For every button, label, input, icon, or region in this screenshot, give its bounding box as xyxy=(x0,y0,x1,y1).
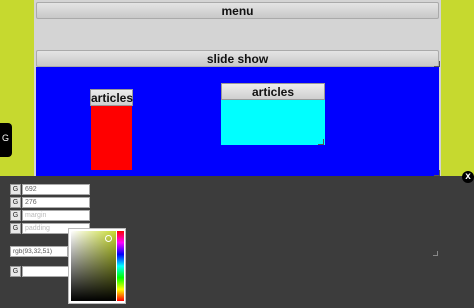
side-tab-icon: G xyxy=(2,133,10,143)
close-icon[interactable]: x xyxy=(462,171,474,183)
color-picker xyxy=(68,228,126,304)
height-input[interactable]: 276 xyxy=(22,197,90,208)
articles-box-2-title[interactable]: articles xyxy=(221,83,325,100)
padding-toggle-icon[interactable]: G xyxy=(10,223,21,234)
saturation-value-area[interactable] xyxy=(71,231,116,301)
articles-box-2[interactable] xyxy=(221,100,325,145)
articles-box-1[interactable] xyxy=(91,106,132,170)
panel-resize-grip[interactable] xyxy=(433,251,438,256)
margin-input[interactable]: margin xyxy=(22,210,90,221)
slideshow-resize-grip[interactable] xyxy=(434,61,440,67)
articles-box-2-resize-grip[interactable] xyxy=(318,139,324,145)
side-panel-toggle[interactable]: G xyxy=(0,123,12,157)
margin-toggle-icon[interactable]: G xyxy=(10,210,21,221)
menu-bar[interactable]: menu xyxy=(36,2,439,19)
color-secondary-input[interactable] xyxy=(22,266,70,277)
color-value-input[interactable]: rgb(93,32,51) xyxy=(10,246,68,257)
hue-slider[interactable] xyxy=(117,231,124,301)
color-toggle-icon[interactable]: G xyxy=(10,266,21,277)
articles-box-1-title[interactable]: articles xyxy=(90,89,133,106)
width-input[interactable]: 692 xyxy=(22,184,90,195)
color-picker-handle[interactable] xyxy=(105,235,112,242)
width-toggle-icon[interactable]: G xyxy=(10,184,21,195)
height-toggle-icon[interactable]: G xyxy=(10,197,21,208)
slideshow-bar[interactable]: slide show xyxy=(36,50,439,67)
